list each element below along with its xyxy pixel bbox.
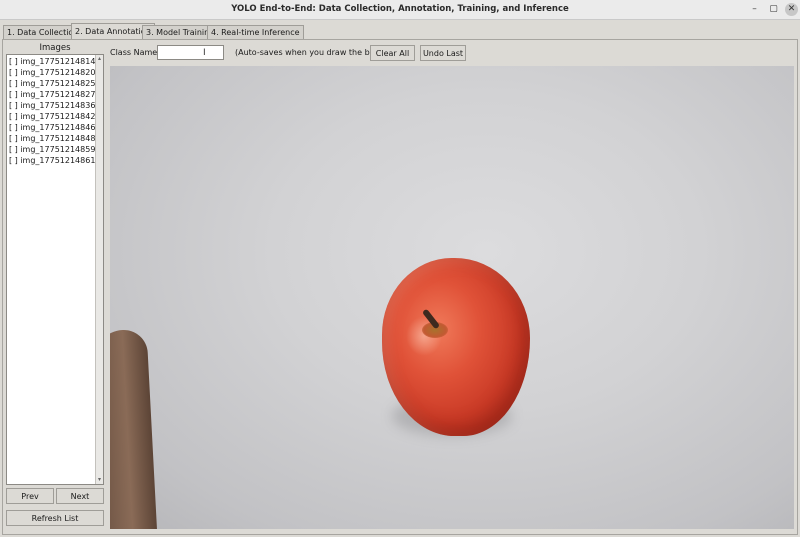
scroll-down-icon[interactable]: ▾ <box>96 476 103 484</box>
window-title: YOLO End-to-End: Data Collection, Annota… <box>231 4 569 14</box>
list-item[interactable]: [ ] img_1775121482782.j <box>9 89 95 100</box>
list-scrollbar[interactable]: ▴ ▾ <box>95 55 103 484</box>
class-name-input[interactable]: I <box>157 45 224 60</box>
autosave-note: (Auto-saves when you draw the box) <box>235 48 383 57</box>
prev-button[interactable]: Prev <box>6 488 54 504</box>
list-item[interactable]: [ ] img_1775121482058.j <box>9 67 95 78</box>
image-listbox[interactable]: [ ] img_1775121481401.j [ ] img_17751214… <box>6 54 104 485</box>
hand-shape <box>110 328 158 529</box>
next-button[interactable]: Next <box>56 488 104 504</box>
list-item[interactable]: [ ] img_1775121482566.j <box>9 78 95 89</box>
maximize-icon[interactable]: ▢ <box>767 3 780 16</box>
list-item[interactable]: [ ] img_1775121481401.j <box>9 56 95 67</box>
list-item[interactable]: [ ] img_1775121486187.j <box>9 155 95 166</box>
annotation-canvas[interactable] <box>110 66 794 529</box>
scroll-up-icon[interactable]: ▴ <box>96 55 103 63</box>
cable-shape <box>110 66 162 112</box>
list-item[interactable]: [ ] img_1775121484677.j <box>9 122 95 133</box>
tab-real-time-inference[interactable]: 4. Real-time Inference <box>207 25 304 39</box>
list-item[interactable]: [ ] img_1775121484879.j <box>9 133 95 144</box>
class-name-label: Class Name: <box>110 48 160 57</box>
images-header: Images <box>39 43 71 53</box>
minimize-icon[interactable]: – <box>748 3 761 16</box>
refresh-list-button[interactable]: Refresh List <box>6 510 104 526</box>
close-icon[interactable]: ✕ <box>785 3 798 16</box>
tab-bar: 1. Data Collection 2. Data Annotation 3.… <box>0 21 800 40</box>
list-item[interactable]: [ ] img_1775121483643.j <box>9 100 95 111</box>
clear-all-button[interactable]: Clear All <box>370 45 415 61</box>
list-item[interactable]: [ ] img_1775121485971.j <box>9 144 95 155</box>
title-bar: YOLO End-to-End: Data Collection, Annota… <box>0 0 800 20</box>
list-item[interactable]: [ ] img_1775121484292.j <box>9 111 95 122</box>
text-cursor-icon: I <box>203 48 206 58</box>
apple-image <box>382 258 530 436</box>
undo-last-button[interactable]: Undo Last <box>420 45 466 61</box>
